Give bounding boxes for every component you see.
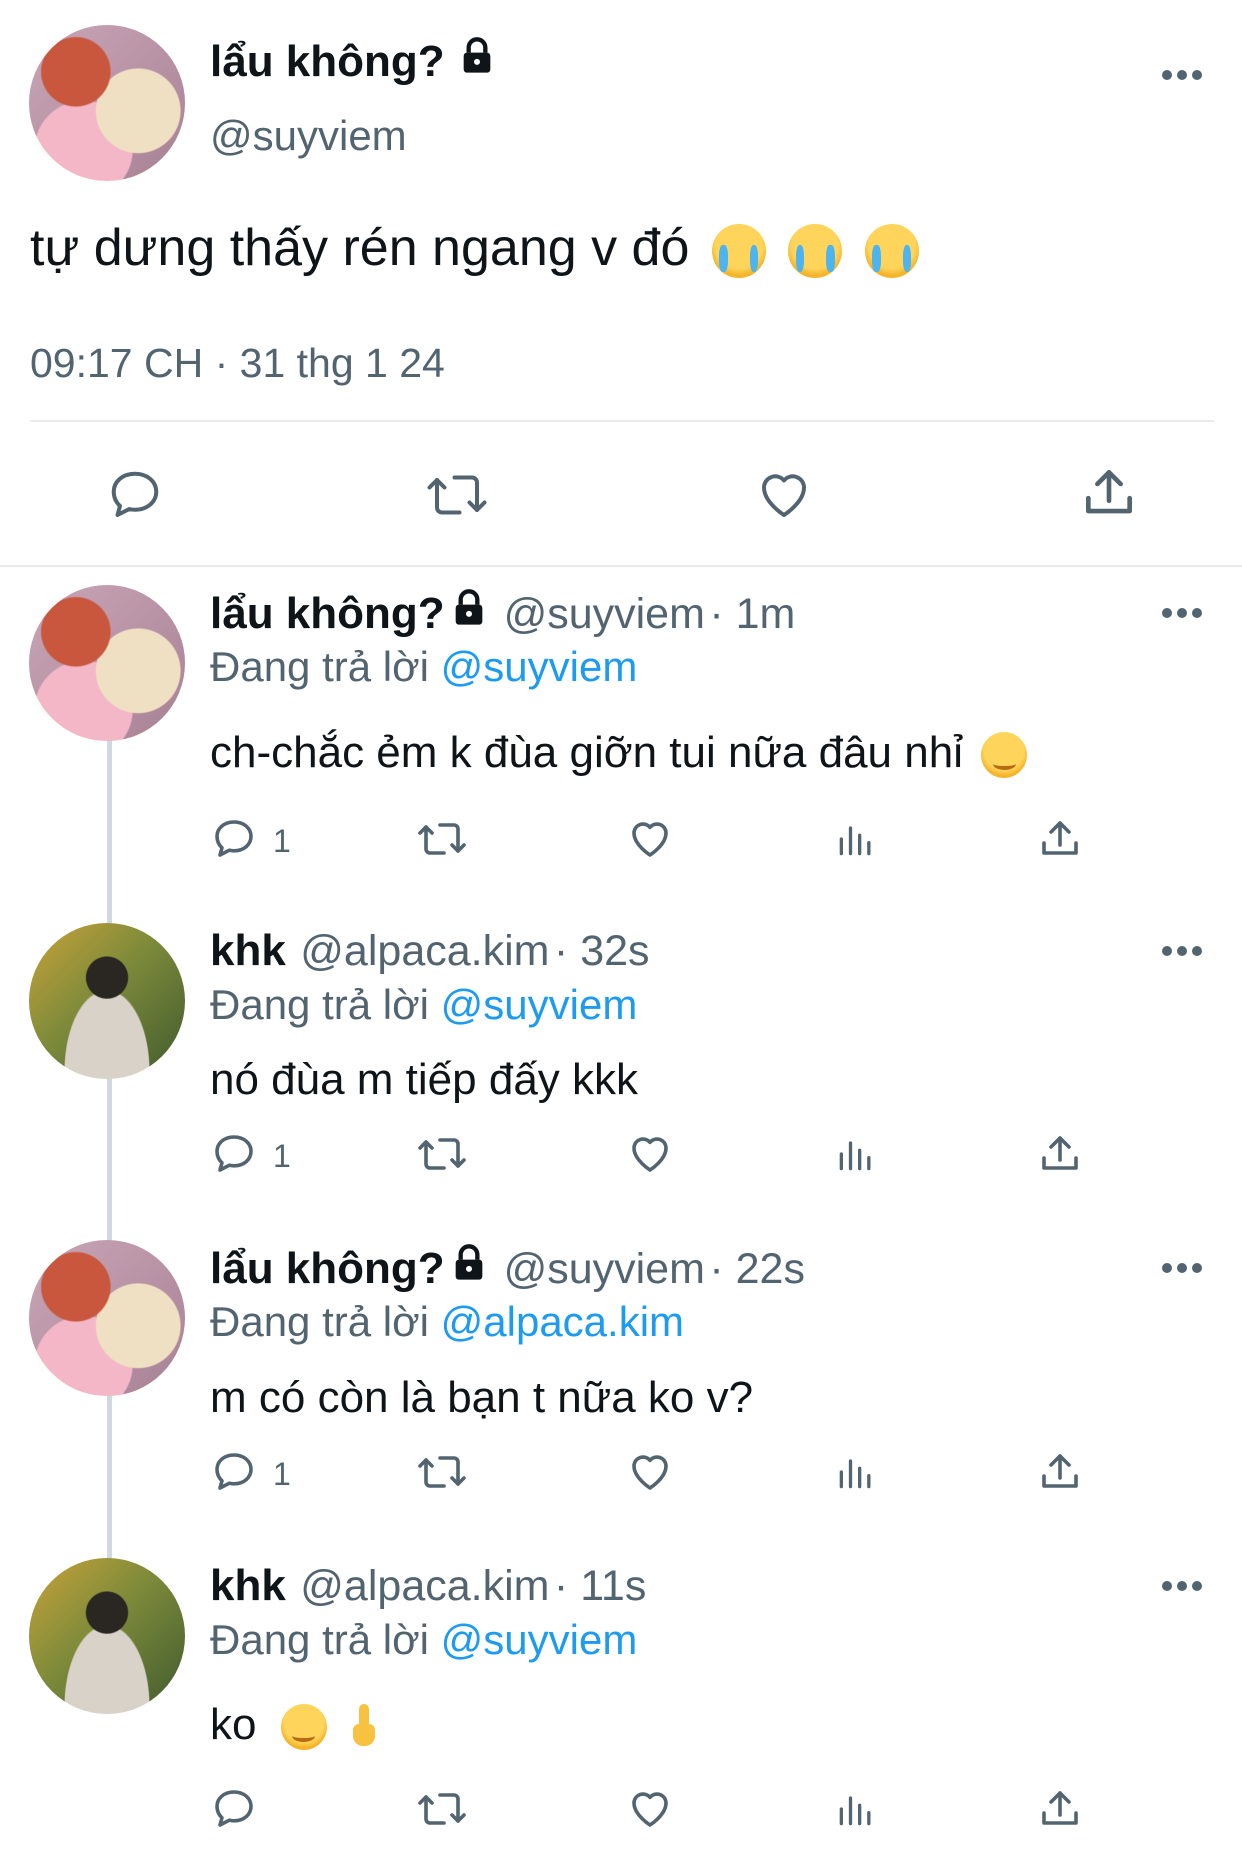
crying-face-emoji xyxy=(788,224,843,279)
avatar[interactable] xyxy=(29,1558,185,1714)
views-analytics-icon[interactable] xyxy=(834,1130,878,1178)
like-icon[interactable] xyxy=(753,465,815,525)
replying-to: Đang trả lời @suyviem xyxy=(210,981,638,1028)
avatar[interactable] xyxy=(29,585,185,741)
avatar[interactable] xyxy=(29,1240,185,1396)
reply-header: khk @alpaca.kim · 32s xyxy=(210,926,650,976)
share-icon[interactable] xyxy=(1036,815,1084,863)
mention-link[interactable]: @suyviem xyxy=(441,1616,638,1663)
share-icon[interactable] xyxy=(1036,1130,1084,1178)
reply-header: lẩu không? @suyviem · 1m xyxy=(210,588,795,639)
reply-text: nó đùa m tiếp đấy kkk xyxy=(210,1055,639,1104)
like-icon[interactable] xyxy=(625,815,675,863)
replying-to: Đang trả lời @suyviem xyxy=(210,1616,638,1663)
retweet-icon[interactable] xyxy=(414,815,470,863)
reply-icon[interactable] xyxy=(210,1785,258,1833)
more-options-icon[interactable] xyxy=(1162,946,1202,958)
reply-time[interactable]: · 1m xyxy=(709,590,795,638)
reply-time[interactable]: · 22s xyxy=(709,1245,805,1293)
reply-count: 1 xyxy=(273,1138,291,1174)
author-handle[interactable]: @alpaca.kim xyxy=(300,927,549,975)
share-icon[interactable] xyxy=(1036,1785,1084,1833)
reply-count: 1 xyxy=(273,823,291,859)
thread-line xyxy=(107,1395,112,1560)
reply-time[interactable]: · 32s xyxy=(554,927,650,975)
author-display-name[interactable]: lẩu không? xyxy=(210,36,497,87)
share-icon[interactable] xyxy=(1036,1448,1084,1496)
author-handle[interactable]: @alpaca.kim xyxy=(300,1562,549,1610)
avatar[interactable] xyxy=(29,923,185,1079)
more-options-icon[interactable] xyxy=(1162,70,1202,82)
like-icon[interactable] xyxy=(625,1785,675,1833)
author-display-name[interactable]: lẩu không? xyxy=(210,589,445,638)
thread-line xyxy=(107,1078,112,1243)
tweet-text: tự dưng thấy rén ngang v đó xyxy=(30,218,919,279)
more-options-icon[interactable] xyxy=(1162,1581,1202,1593)
author-handle[interactable]: @suyviem xyxy=(504,590,705,638)
reply-icon[interactable] xyxy=(210,1130,258,1178)
more-options-icon[interactable] xyxy=(1162,608,1202,620)
divider xyxy=(30,420,1214,422)
reply-header: khk @alpaca.kim · 11s xyxy=(210,1561,646,1611)
views-analytics-icon[interactable] xyxy=(834,1448,878,1496)
lock-icon xyxy=(463,37,491,73)
author-display-name[interactable]: lẩu không? xyxy=(210,1244,445,1293)
thread-line xyxy=(107,740,112,930)
reply-text: m có còn là bạn t nữa ko v? xyxy=(210,1373,754,1422)
retweet-icon[interactable] xyxy=(414,1130,470,1178)
lock-icon xyxy=(455,589,483,625)
more-options-icon[interactable] xyxy=(1162,1263,1202,1275)
reply-text: ko xyxy=(210,1700,375,1751)
smiling-face-emoji xyxy=(981,732,1028,779)
mention-link[interactable]: @suyviem xyxy=(441,643,638,690)
mention-link[interactable]: @alpaca.kim xyxy=(441,1298,684,1345)
like-icon[interactable] xyxy=(625,1130,675,1178)
author-display-name[interactable]: khk xyxy=(210,926,286,975)
reply-text: ch-chắc ẻm k đùa giỡn tui nữa đâu nhỉ xyxy=(210,728,1028,779)
replying-to: Đang trả lời @alpaca.kim xyxy=(210,1298,685,1345)
reply-icon[interactable] xyxy=(105,465,165,525)
share-icon[interactable] xyxy=(1078,462,1140,524)
author-display-name[interactable]: khk xyxy=(210,1561,286,1610)
mention-link[interactable]: @suyviem xyxy=(441,981,638,1028)
middle-finger-emoji xyxy=(352,1704,375,1750)
reply-icon[interactable] xyxy=(210,815,258,863)
views-analytics-icon[interactable] xyxy=(834,815,878,863)
author-handle[interactable]: @suyviem xyxy=(504,1245,705,1293)
reply-icon[interactable] xyxy=(210,1448,258,1496)
reply-count: 1 xyxy=(273,1456,291,1492)
reply-header: lẩu không? @suyviem · 22s xyxy=(210,1243,805,1294)
retweet-icon[interactable] xyxy=(414,1448,470,1496)
lock-icon xyxy=(455,1244,483,1280)
smiling-face-emoji xyxy=(280,1704,327,1751)
author-handle[interactable]: @suyviem xyxy=(210,112,407,160)
tweet-timestamp[interactable]: 09:17 CH · 31 thg 1 24 xyxy=(30,340,445,387)
divider xyxy=(0,565,1242,567)
reply-time[interactable]: · 11s xyxy=(554,1562,646,1610)
crying-face-emoji xyxy=(864,224,919,279)
retweet-icon[interactable] xyxy=(424,465,490,525)
views-analytics-icon[interactable] xyxy=(834,1785,878,1833)
replying-to: Đang trả lời @suyviem xyxy=(210,643,638,690)
crying-face-emoji xyxy=(711,224,766,279)
avatar[interactable] xyxy=(29,25,185,181)
retweet-icon[interactable] xyxy=(414,1785,470,1833)
like-icon[interactable] xyxy=(625,1448,675,1496)
